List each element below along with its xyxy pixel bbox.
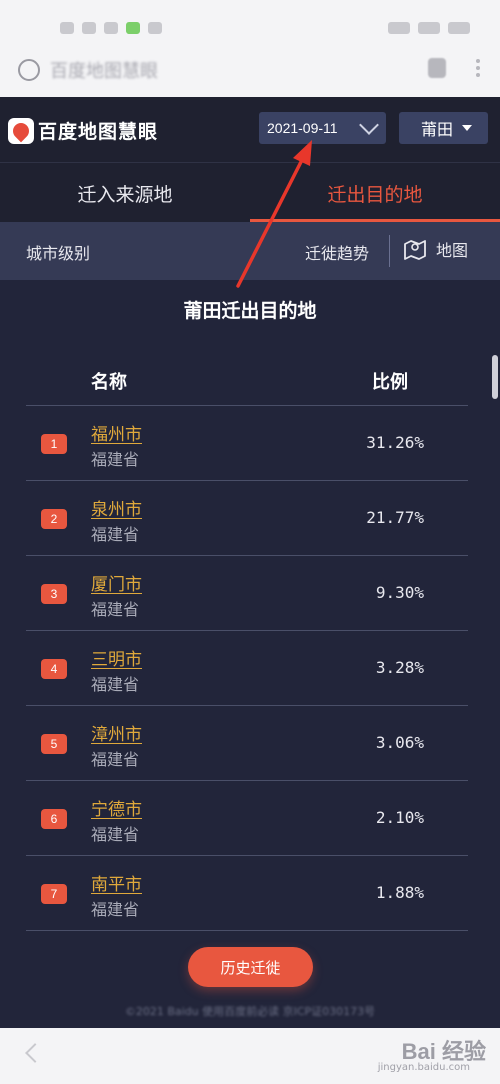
map-button[interactable]: 地图	[402, 236, 468, 262]
time-icon	[448, 22, 470, 34]
battery-icon	[418, 22, 440, 34]
status-right-icons	[388, 22, 470, 34]
column-header-ratio: 比例	[372, 372, 408, 393]
rank-badge: 7	[41, 884, 67, 904]
province-label: 福建省	[91, 450, 140, 469]
destination-list-panel: 莆田迁出目的地 名称 比例 1 福州市 福建省 31.26% 2 泉州市 福建省…	[0, 280, 500, 1028]
city-link[interactable]: 厦门市	[91, 570, 142, 595]
migration-trend-link[interactable]: 迁徙趋势	[305, 240, 369, 264]
city-link[interactable]: 南平市	[91, 870, 142, 895]
ratio-value: 31.26%	[366, 433, 424, 452]
toolbar: 城市级别 迁徙趋势 地图	[0, 222, 500, 280]
direction-tabs: 迁入来源地 迁出目的地	[0, 164, 500, 222]
url-text: 百度地图慧眼	[50, 61, 158, 82]
search-icon	[18, 59, 40, 81]
brand-name: 百度地图慧眼	[38, 121, 159, 143]
city-value: 莆田	[421, 120, 454, 139]
table-row: 5 漳州市 福建省 3.06%	[26, 706, 468, 781]
ratio-value: 1.88%	[375, 883, 424, 902]
ratio-value: 9.30%	[375, 583, 424, 602]
date-value: 2021-09-11	[267, 120, 338, 136]
scrollbar-thumb[interactable]	[492, 355, 498, 399]
tab-outbound[interactable]: 迁出目的地	[250, 164, 500, 222]
table-row: 2 泉州市 福建省 21.77%	[26, 481, 468, 556]
notification-icon	[104, 22, 118, 34]
toolbar-divider	[389, 235, 390, 267]
date-select[interactable]: 2021-09-11	[259, 112, 386, 144]
footer-text: ©2021 Baidu 使用百度前必读 京ICP证030173号	[124, 1005, 376, 1018]
wifi-icon	[82, 22, 96, 34]
city-link[interactable]: 三明市	[91, 645, 142, 670]
rank-badge: 3	[41, 584, 67, 604]
url-bar[interactable]: 百度地图慧眼	[18, 52, 418, 88]
province-label: 福建省	[91, 750, 140, 769]
status-bar-icons	[60, 22, 162, 34]
baidu-map-logo-icon	[8, 117, 34, 144]
ratio-value: 3.06%	[375, 733, 424, 752]
wechat-icon	[126, 22, 140, 34]
city-link[interactable]: 福州市	[91, 420, 142, 445]
city-select[interactable]: 莆田	[399, 112, 488, 144]
province-label: 福建省	[91, 900, 140, 919]
city-link[interactable]: 泉州市	[91, 495, 142, 520]
ratio-value: 3.28%	[375, 658, 424, 677]
table-row: 3 厦门市 福建省 9.30%	[26, 556, 468, 631]
column-header-name: 名称	[91, 372, 127, 393]
map-icon	[404, 240, 426, 260]
browser-bottom-bar: Bai 经验 jingyan.baidu.com	[0, 1028, 500, 1084]
signal-icon	[60, 22, 74, 34]
back-icon[interactable]	[25, 1043, 45, 1063]
reader-icon[interactable]	[428, 58, 446, 78]
map-label: 地图	[436, 241, 469, 260]
section-title: 莆田迁出目的地	[183, 300, 317, 322]
province-label: 福建省	[91, 675, 140, 694]
province-label: 福建省	[91, 525, 140, 544]
network-icon	[388, 22, 410, 34]
province-label: 福建省	[91, 825, 140, 844]
rank-badge: 5	[41, 734, 67, 754]
caret-down-icon	[462, 125, 472, 131]
rank-badge: 4	[41, 659, 67, 679]
table-row: 4 三明市 福建省 3.28%	[26, 631, 468, 706]
browser-actions	[428, 58, 480, 78]
brand[interactable]: 百度地图慧眼	[8, 117, 158, 144]
table-row: 7 南平市 福建省 1.88%	[26, 856, 468, 931]
table-row: 1 福州市 福建省 31.26%	[26, 406, 468, 481]
city-link[interactable]: 宁德市	[91, 795, 142, 820]
province-label: 福建省	[91, 600, 140, 619]
rank-badge: 2	[41, 509, 67, 529]
tab-inbound[interactable]: 迁入来源地	[0, 164, 250, 222]
history-migration-button[interactable]: 历史迁徙	[188, 947, 313, 987]
more-menu-icon[interactable]	[476, 59, 480, 77]
chevron-down-icon	[359, 115, 379, 135]
watermark-sub: jingyan.baidu.com	[377, 1062, 470, 1073]
app-header: 百度地图慧眼 2021-09-11 莆田	[0, 97, 500, 163]
city-level-filter[interactable]: 城市级别	[26, 240, 90, 264]
browser-top-bar: 百度地图慧眼	[0, 0, 500, 97]
rank-badge: 6	[41, 809, 67, 829]
ratio-value: 2.10%	[375, 808, 424, 827]
rank-badge: 1	[41, 434, 67, 454]
city-link[interactable]: 漳州市	[91, 720, 142, 745]
ratio-value: 21.77%	[366, 508, 424, 527]
app-icon	[148, 22, 162, 34]
table-row: 6 宁德市 福建省 2.10%	[26, 781, 468, 856]
